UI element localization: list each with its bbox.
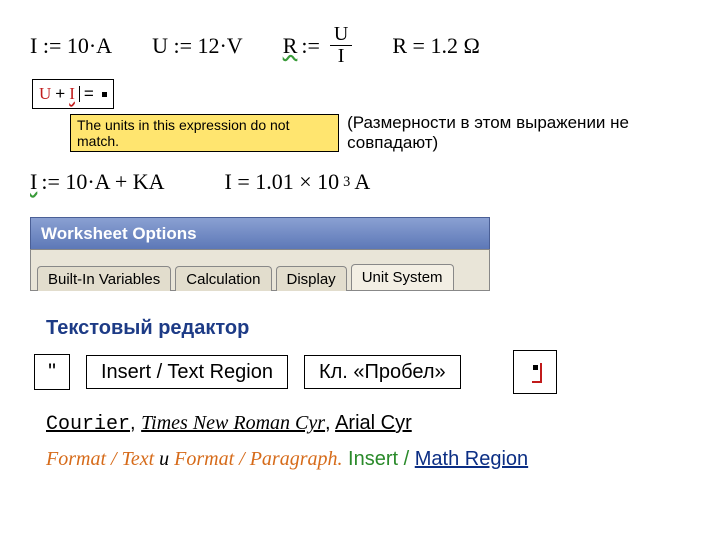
typed-eq: = [84, 84, 94, 104]
tab-built-in-variables[interactable]: Built-In Variables [37, 266, 171, 291]
space-key-button[interactable]: Кл. «Пробел» [304, 355, 461, 389]
font-arial: Arial Cyr [335, 412, 412, 434]
font-times: Times New Roman Cyr [141, 412, 325, 434]
warning-translation: (Размерности в этом выражении не совпада… [347, 113, 720, 153]
i-result-base: I = 1.01 × 10 [225, 169, 340, 195]
format-line: Format / Text и Format / Paragraph. Inse… [46, 448, 720, 471]
window-titlebar[interactable]: Worksheet Options [30, 217, 490, 249]
menu-format-text: Format / Text [46, 448, 154, 470]
var-r: R [283, 33, 298, 59]
warning-row: The units in this expression do not matc… [70, 113, 720, 153]
menu-format-paragraph: Format / Paragraph [174, 448, 337, 470]
tab-display[interactable]: Display [276, 266, 347, 291]
expr-i-result: I = 1.01 × 103 A [225, 169, 371, 195]
tab-calculation[interactable]: Calculation [175, 266, 271, 291]
expr-i-def-2: I := 10·A + KA [30, 169, 165, 195]
sep1: , [130, 412, 141, 434]
assign-op: := [301, 33, 320, 59]
text-cursor [79, 86, 80, 102]
expr-r-def: R := U I [283, 24, 353, 67]
placeholder-slot [102, 92, 107, 97]
typed-plus: + [55, 84, 65, 104]
math-row-2: I := 10·A + KA I = 1.01 × 103 A [30, 169, 720, 195]
expr-u-def: U := 12·V [152, 33, 243, 59]
tab-unit-system[interactable]: Unit System [351, 264, 454, 290]
i-def-2-rhs: := 10·A + KA [41, 169, 164, 195]
i-result-unit: A [354, 169, 370, 195]
menu-math-region: Math Region [415, 448, 528, 470]
text-editor-tools-row: " Insert / Text Region Кл. «Пробел» [34, 350, 720, 394]
typed-u: U [39, 84, 51, 104]
menu-insert: Insert / [343, 448, 415, 470]
math-row-1: I := 10·A U := 12·V R := U I R = 1.2 Ω [30, 24, 720, 67]
fonts-line: Courier, Times New Roman Cyr, Arial Cyr [46, 412, 720, 436]
sample-caret [540, 363, 542, 381]
sample-underline [532, 381, 542, 383]
warning-tooltip: The units in this expression do not matc… [70, 114, 339, 152]
frac-num: U [330, 24, 352, 46]
page: I := 10·A U := 12·V R := U I R = 1.2 Ω U… [0, 0, 720, 540]
tab-bar: Built-In Variables Calculation Display U… [30, 249, 490, 291]
var-i2: I [30, 169, 37, 195]
expr-i-def: I := 10·A [30, 33, 112, 59]
typed-i: I [69, 84, 75, 104]
sample-placeholder-dot [533, 365, 538, 370]
quote-button[interactable]: " [34, 354, 70, 390]
fraction-u-over-i: U I [330, 24, 352, 67]
frac-den: I [334, 46, 349, 67]
font-courier: Courier [46, 413, 130, 436]
expr-r-result: R = 1.2 Ω [392, 33, 479, 59]
typed-expression-box[interactable]: U + I = [32, 79, 114, 109]
sep2: , [325, 412, 335, 434]
section-heading-text-editor: Текстовый редактор [46, 317, 720, 340]
text-cursor-sample [513, 350, 557, 394]
and-word: и [154, 448, 174, 470]
insert-text-region-button[interactable]: Insert / Text Region [86, 355, 288, 389]
